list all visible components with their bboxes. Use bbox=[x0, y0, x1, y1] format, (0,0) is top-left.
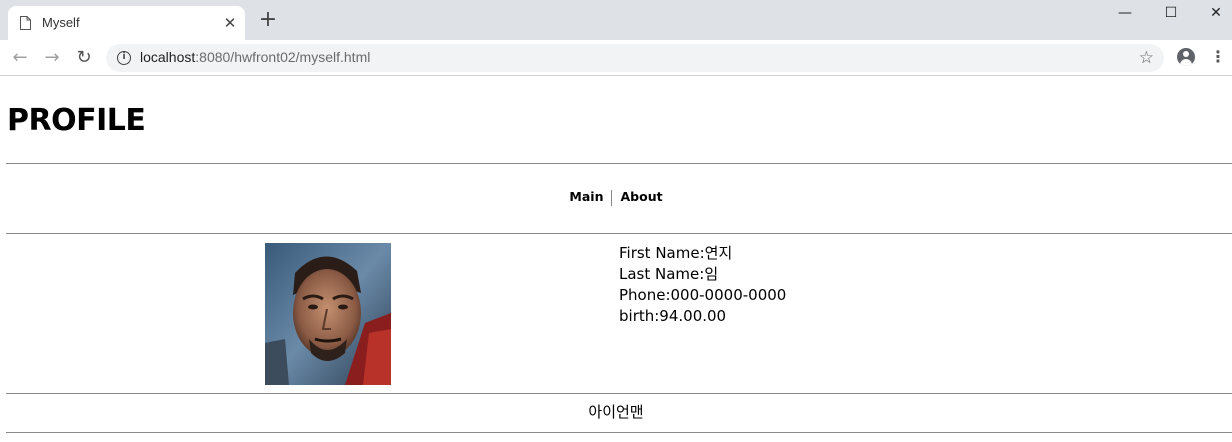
photo-caption: 아이언맨 bbox=[588, 403, 644, 421]
phone: Phone:000-0000-0000 bbox=[619, 286, 787, 304]
profile-info: First Name:연지 Last Name:임 Phone:000-0000… bbox=[619, 243, 786, 327]
divider bbox=[6, 233, 1232, 234]
first-name: First Name:연지 bbox=[619, 244, 733, 262]
browser-tab[interactable]: Myself ✕ bbox=[8, 6, 245, 40]
url-host: localhost bbox=[140, 49, 196, 65]
account-icon-head bbox=[1183, 51, 1189, 57]
account-icon-body bbox=[1180, 59, 1192, 66]
url-path: :8080/hwfront02/myself.html bbox=[195, 49, 371, 65]
tab-strip: Myself ✕ + — ☐ ✕ bbox=[0, 0, 1232, 40]
profile-photo bbox=[265, 243, 391, 385]
close-window-button[interactable]: ✕ bbox=[1193, 0, 1232, 26]
birth: birth:94.00.00 bbox=[619, 307, 727, 325]
page-icon bbox=[20, 16, 31, 30]
close-tab-icon[interactable]: ✕ bbox=[221, 14, 239, 32]
tab-title: Myself bbox=[42, 15, 80, 30]
star-icon[interactable]: ☆ bbox=[1139, 48, 1154, 68]
url-text[interactable]: localhost:8080/hwfront02/myself.html bbox=[140, 49, 370, 65]
browser-toolbar: ← → ↻ i localhost:8080/hwfront02/myself.… bbox=[0, 40, 1232, 76]
maximize-button[interactable]: ☐ bbox=[1148, 0, 1194, 26]
divider bbox=[6, 432, 1232, 433]
back-button[interactable]: ← bbox=[8, 46, 32, 70]
nav-item-main[interactable]: Main bbox=[561, 189, 611, 205]
account-icon[interactable] bbox=[1177, 48, 1195, 66]
nav-item-about[interactable]: About bbox=[612, 189, 670, 205]
reload-button[interactable]: ↻ bbox=[72, 46, 96, 70]
last-name: Last Name:임 bbox=[619, 265, 719, 283]
minimize-button[interactable]: — bbox=[1102, 0, 1148, 26]
kebab-menu-icon[interactable]: ⋮ bbox=[1210, 47, 1226, 67]
divider bbox=[6, 393, 1232, 394]
page-title: PROFILE bbox=[7, 103, 146, 138]
address-bar[interactable]: i localhost:8080/hwfront02/myself.html ☆ bbox=[106, 44, 1164, 72]
new-tab-button[interactable]: + bbox=[258, 9, 278, 31]
forward-button[interactable]: → bbox=[40, 46, 64, 70]
divider bbox=[6, 163, 1232, 164]
nav-menu: Main About bbox=[0, 189, 1232, 206]
info-icon[interactable]: i bbox=[117, 51, 131, 65]
page-content: PROFILE Main About First Name:연지 Last Na… bbox=[0, 77, 1232, 442]
